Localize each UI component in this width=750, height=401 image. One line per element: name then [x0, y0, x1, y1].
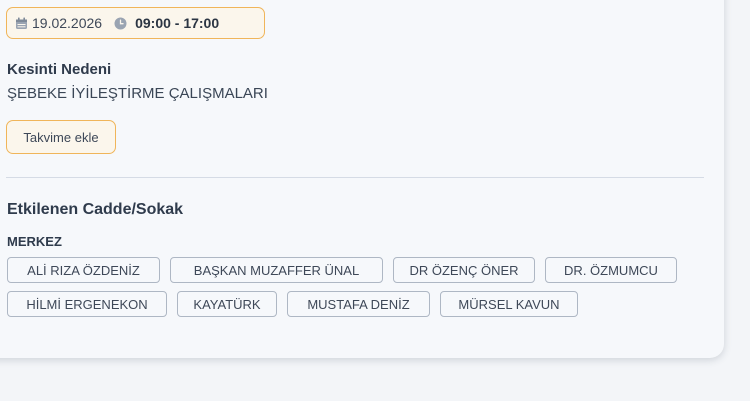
street-tag: DR. ÖZMUMCU [545, 257, 677, 283]
reason-value: ŞEBEKE İYİLEŞTİRME ÇALIŞMALARI [7, 85, 268, 102]
clock-icon [114, 17, 127, 30]
street-tag: MÜRSEL KAVUN [440, 291, 578, 317]
street-tag: BAŞKAN MUZAFFER ÜNAL [170, 257, 383, 283]
street-tag: MUSTAFA DENİZ [287, 291, 430, 317]
street-tag: HİLMİ ERGENEKON [7, 291, 167, 317]
date-time-pill: 19.02.2026 09:00 - 17:00 [6, 7, 265, 39]
street-tag-row: ALİ RIZA ÖZDENİZ BAŞKAN MUZAFFER ÜNAL DR… [7, 257, 707, 283]
calendar-icon [15, 17, 28, 30]
street-tag: ALİ RIZA ÖZDENİZ [7, 257, 160, 283]
street-tags: ALİ RIZA ÖZDENİZ BAŞKAN MUZAFFER ÜNAL DR… [7, 257, 707, 325]
street-tag-row: HİLMİ ERGENEKON KAYATÜRK MUSTAFA DENİZ M… [7, 291, 707, 317]
street-tag: KAYATÜRK [177, 291, 277, 317]
outage-date: 19.02.2026 [32, 15, 103, 31]
divider [6, 177, 704, 178]
reason-label: Kesinti Nedeni [7, 61, 112, 78]
add-to-calendar-button[interactable]: Takvime ekle [6, 120, 116, 154]
street-tag: DR ÖZENÇ ÖNER [393, 257, 535, 283]
affected-streets-label: Etkilenen Cadde/Sokak [7, 201, 184, 218]
outage-time: 09:00 - 17:00 [135, 15, 220, 31]
district-name: MERKEZ [7, 234, 62, 249]
